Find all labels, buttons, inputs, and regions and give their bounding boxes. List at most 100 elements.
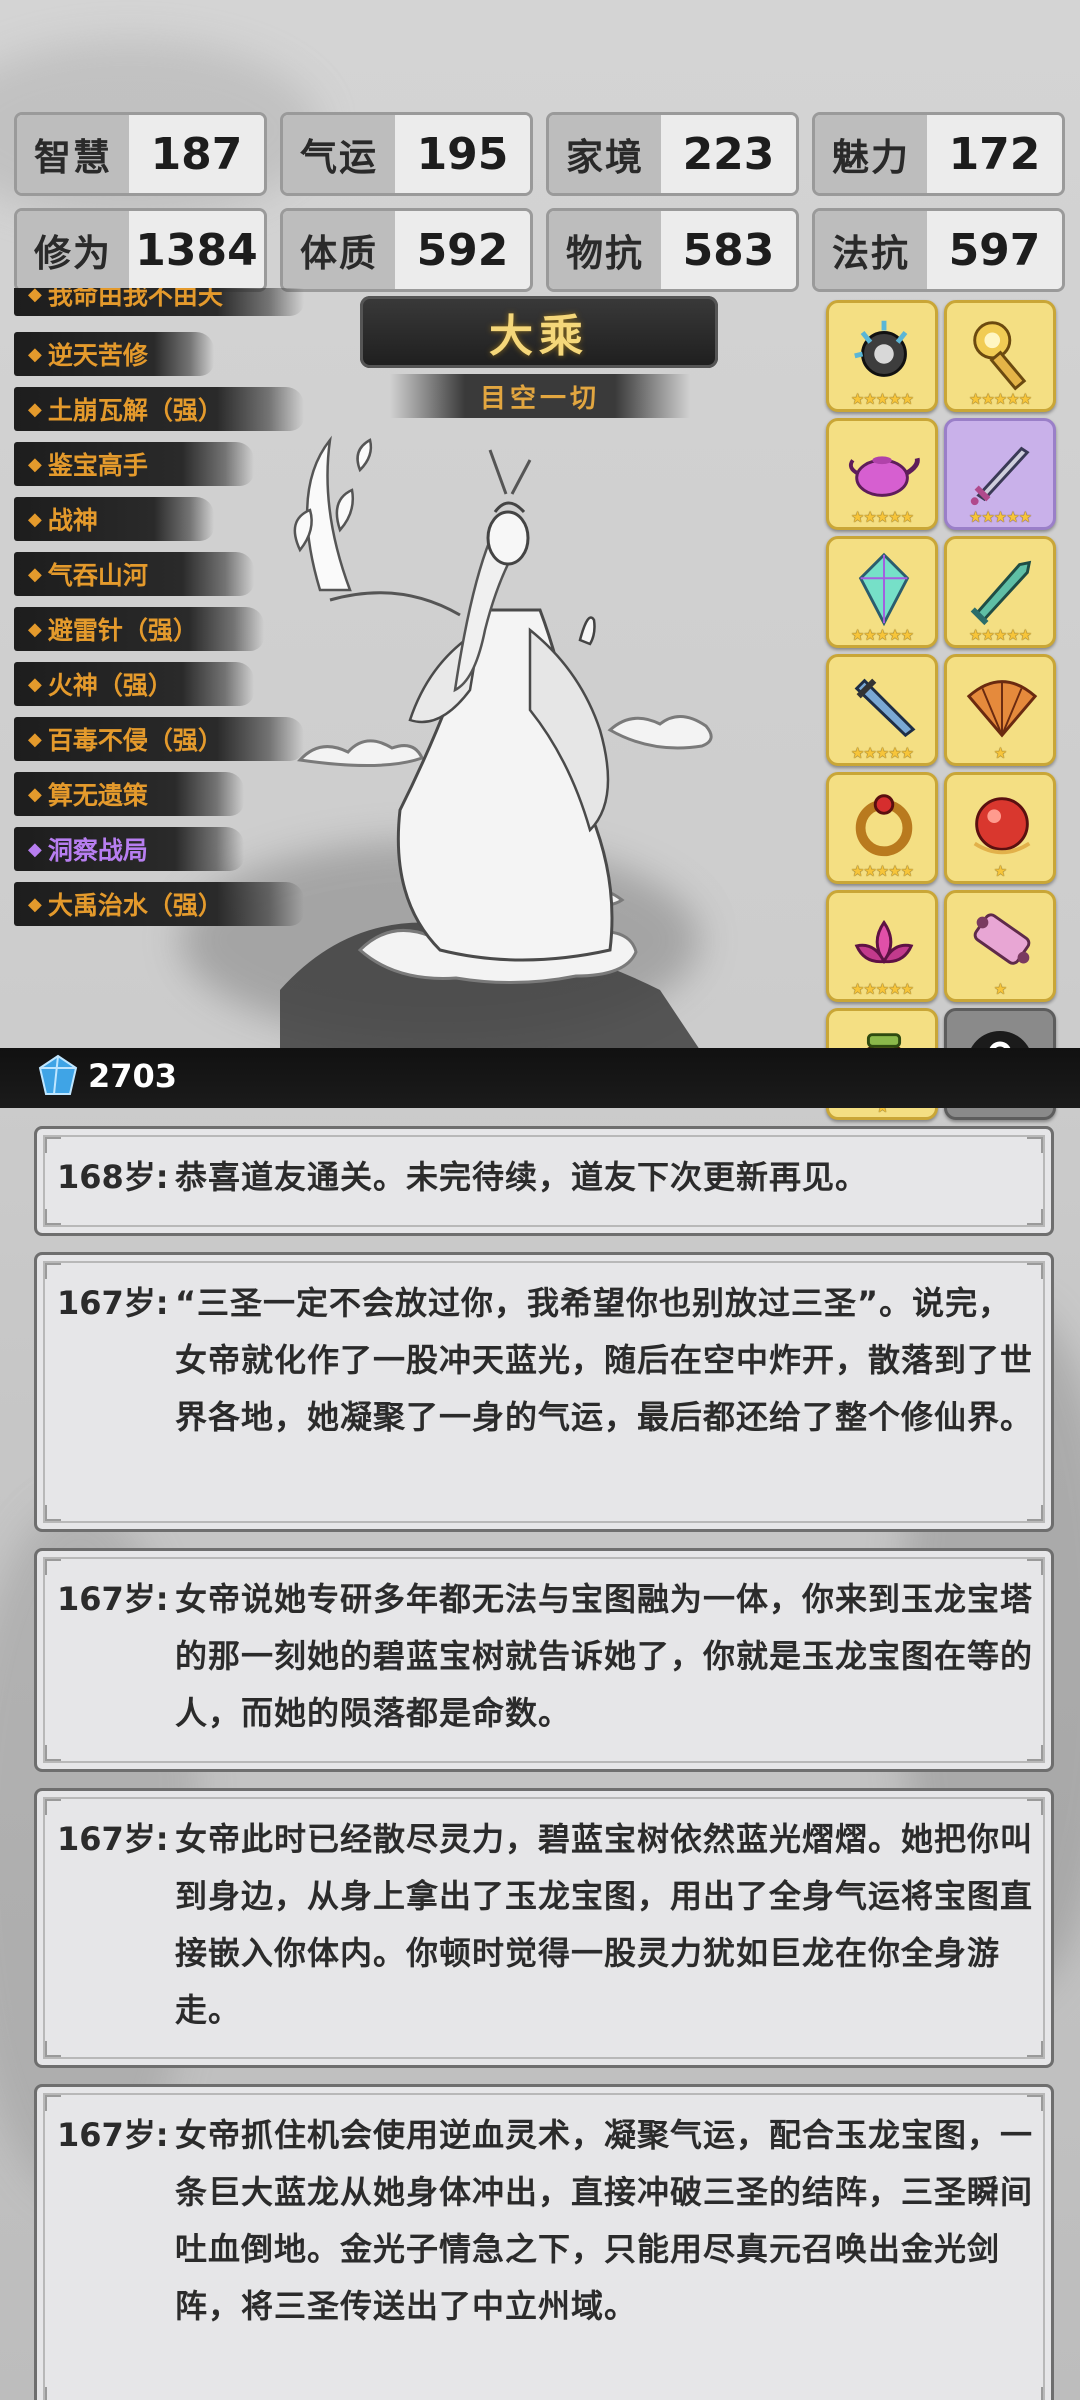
equipment-slot[interactable]: ★ bbox=[944, 890, 1056, 1002]
star-rating: ★★★★★ bbox=[850, 626, 914, 644]
stat-label: 魅力 bbox=[815, 115, 927, 193]
trait-item[interactable]: ◆ 避雷针（强） bbox=[14, 607, 264, 651]
trait-label: 我命由我不由天 bbox=[47, 288, 223, 310]
entry-text: 恭喜道友通关。未完待续，道友下次更新再见。 bbox=[175, 1158, 869, 1196]
stat-value: 223 bbox=[661, 115, 796, 193]
ornament bbox=[45, 1799, 61, 1815]
equipment-slot[interactable]: ★ bbox=[944, 772, 1056, 884]
stat-label: 法抗 bbox=[815, 211, 927, 289]
trait-label: 鉴宝高手 bbox=[47, 451, 148, 480]
log-entry: 168岁: 恭喜道友通关。未完待续，道友下次更新再见。 bbox=[34, 1126, 1054, 1236]
ornament bbox=[1027, 1505, 1043, 1521]
stat-family: 家境 223 bbox=[546, 112, 799, 196]
star-rating: ★★★★★ bbox=[850, 862, 914, 880]
entry-text: 女帝抓住机会使用逆血灵术，凝聚气运，配合玉龙宝图，一条巨大蓝龙从她身体冲出，直接… bbox=[175, 2116, 1034, 2325]
scroll-icon bbox=[973, 913, 1031, 965]
trait-item[interactable]: ◆ 百毒不侵（强） bbox=[14, 717, 304, 761]
star-rating: ★★★★★ bbox=[968, 626, 1032, 644]
ornament bbox=[45, 1745, 61, 1761]
realm-subtitle-banner: 目空一切 bbox=[390, 374, 690, 418]
trait-item[interactable]: ◆ 大禹治水（强） bbox=[14, 882, 304, 926]
stat-luck: 气运 195 bbox=[280, 112, 533, 196]
ornament bbox=[45, 2095, 61, 2111]
diamond-icon: ◆ bbox=[28, 453, 42, 475]
teapot-icon bbox=[848, 456, 920, 497]
jade-dagger-icon bbox=[970, 560, 1032, 626]
realm-subtitle: 目空一切 bbox=[479, 383, 600, 414]
trait-item[interactable]: ◆ 逆天苦修 bbox=[14, 332, 214, 376]
trait-label: 逆天苦修 bbox=[47, 341, 148, 370]
stat-label: 气运 bbox=[283, 115, 395, 193]
ring-icon bbox=[855, 794, 913, 857]
trait-label: 大禹治水（强） bbox=[47, 891, 223, 920]
equipment-slot[interactable]: ★★★★★ bbox=[826, 300, 938, 412]
stat-value: 592 bbox=[395, 211, 530, 289]
diamond-icon: ◆ bbox=[28, 673, 42, 695]
entry-age: 167岁: bbox=[57, 1820, 169, 1858]
entry-age: 167岁: bbox=[57, 1580, 169, 1618]
entry-text: 女帝此时已经散尽灵力，碧蓝宝树依然蓝光熠熠。她把你叫到身边，从身上拿出了玉龙宝图… bbox=[175, 1820, 1034, 2029]
diamond-icon: ◆ bbox=[28, 728, 42, 750]
sword-icon bbox=[970, 446, 1030, 506]
stat-label: 修为 bbox=[17, 211, 129, 289]
equipment-slot[interactable]: ★ bbox=[944, 654, 1056, 766]
entry-text: 女帝说她专研多年都无法与宝图融为一体，你来到玉龙宝塔的那一刻她的碧蓝宝树就告诉她… bbox=[175, 1580, 1034, 1732]
trait-item[interactable]: ◆ 气吞山河 bbox=[14, 552, 254, 596]
stat-value: 187 bbox=[129, 115, 264, 193]
fan-icon bbox=[966, 680, 1038, 738]
star-rating: ★★★★★ bbox=[850, 980, 914, 998]
trait-item[interactable]: ◆ 火神（强） bbox=[14, 662, 254, 706]
ornament bbox=[45, 2387, 61, 2400]
diamond-icon: ◆ bbox=[28, 783, 42, 805]
stat-wisdom: 智慧 187 bbox=[14, 112, 267, 196]
star-rating: ★ bbox=[993, 980, 1007, 998]
trait-item[interactable]: ◆ 战神 bbox=[14, 497, 214, 541]
stat-value: 195 bbox=[395, 115, 530, 193]
equipment-slot[interactable]: ★★★★★ bbox=[826, 536, 938, 648]
diamond-icon: ◆ bbox=[28, 508, 42, 530]
equipment-slot[interactable]: ★★★★★ bbox=[826, 654, 938, 766]
equipment-slot[interactable]: ★★★★★ bbox=[826, 772, 938, 884]
trait-label: 百毒不侵（强） bbox=[47, 726, 223, 755]
trait-label: 火神（强） bbox=[47, 671, 173, 700]
ornament bbox=[45, 2041, 61, 2057]
trait-item[interactable]: ◆ 土崩瓦解（强） bbox=[14, 387, 304, 431]
equipment-slot[interactable]: ★★★★★ bbox=[826, 418, 938, 530]
trait-item[interactable]: ◆ 我命由我不由天 bbox=[14, 288, 304, 316]
stat-constitution: 体质 592 bbox=[280, 208, 533, 292]
entry-age: 167岁: bbox=[57, 2116, 169, 2154]
blade-icon bbox=[854, 678, 916, 738]
stat-value: 172 bbox=[927, 115, 1062, 193]
gem-count: 2703 bbox=[88, 1057, 178, 1095]
trait-label: 土崩瓦解（强） bbox=[47, 396, 223, 425]
trait-item[interactable]: ◆ 鉴宝高手 bbox=[14, 442, 254, 486]
trait-item[interactable]: ◆ 洞察战局 bbox=[14, 827, 244, 871]
ornament bbox=[45, 1209, 61, 1225]
gem-icon bbox=[38, 1054, 78, 1095]
equipment-slot[interactable]: ★★★★★ bbox=[944, 300, 1056, 412]
entry-age: 168岁: bbox=[57, 1158, 169, 1196]
star-rating: ★★★★★ bbox=[968, 390, 1032, 408]
diamond-icon: ◆ bbox=[28, 563, 42, 585]
spiked-orb-icon bbox=[854, 320, 908, 377]
trait-label: 战神 bbox=[47, 506, 98, 535]
ornament bbox=[1027, 2041, 1043, 2057]
attribute-panel: 智慧 187 气运 195 家境 223 魅力 172 修为 1384 体质 592 物抗 5… bbox=[14, 112, 1066, 292]
equipment-slot[interactable]: ★★★★★ bbox=[826, 890, 938, 1002]
equipment-slot[interactable]: ★★★★★ bbox=[944, 418, 1056, 530]
star-rating: ★ bbox=[993, 744, 1007, 762]
diamond-icon: ◆ bbox=[28, 288, 42, 305]
diamond-icon: ◆ bbox=[28, 838, 42, 860]
entry-age: 167岁: bbox=[57, 1284, 169, 1322]
spirit-stone-counter: 2703 bbox=[36, 1054, 177, 1098]
ornament bbox=[1027, 2387, 1043, 2400]
red-pearl-icon bbox=[973, 797, 1031, 855]
ornament bbox=[1027, 2095, 1043, 2111]
ornament bbox=[1027, 1209, 1043, 1225]
equipment-slot[interactable]: ★★★★★ bbox=[944, 536, 1056, 648]
trait-item[interactable]: ◆ 算无遗策 bbox=[14, 772, 244, 816]
stat-physical-resist: 物抗 583 bbox=[546, 208, 799, 292]
star-rating: ★★★★★ bbox=[850, 390, 914, 408]
ornament bbox=[1027, 1799, 1043, 1815]
trait-label: 洞察战局 bbox=[47, 836, 148, 865]
